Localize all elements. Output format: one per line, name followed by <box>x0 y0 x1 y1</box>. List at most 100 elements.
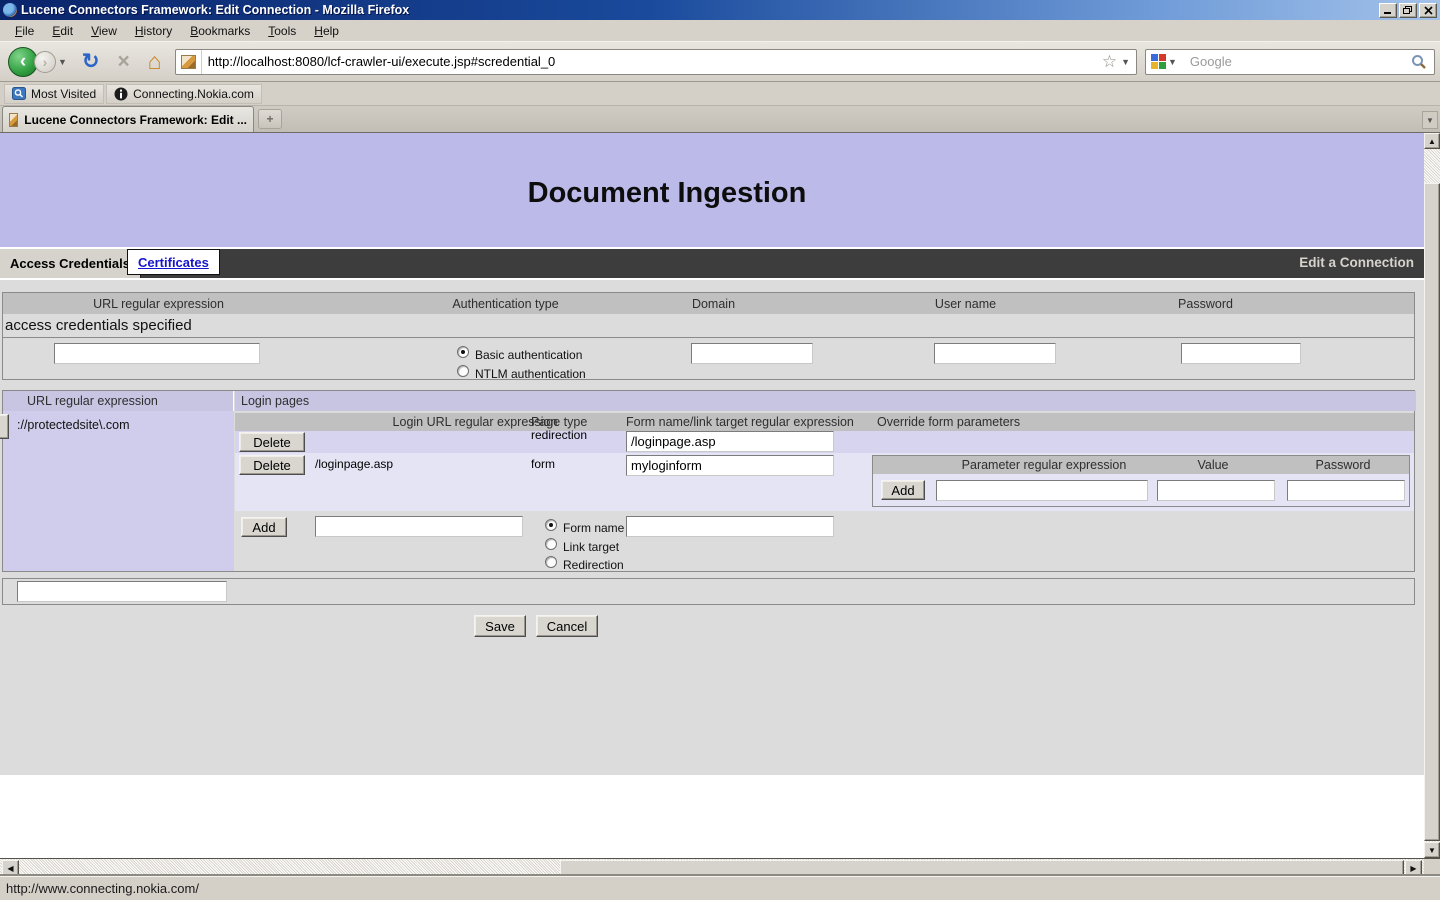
menu-view[interactable]: View <box>82 22 126 40</box>
ntlm-auth-radio[interactable] <box>457 365 469 377</box>
new-tab-button[interactable]: + <box>258 109 282 129</box>
google-icon <box>1151 54 1166 69</box>
col-form-name: Form name/link target regular expression <box>626 415 854 429</box>
home-button[interactable]: ⌂ <box>148 50 162 73</box>
redirection-radio-label: Redirection <box>563 558 624 572</box>
col-param-regex: Parameter regular expression <box>938 458 1150 472</box>
browser-window: Lucene Connectors Framework: Edit Connec… <box>0 0 1440 900</box>
tab-title: Lucene Connectors Framework: Edit ... <box>24 113 247 127</box>
param-regex-input[interactable] <box>936 480 1148 501</box>
tab-active[interactable]: Lucene Connectors Framework: Edit ... <box>2 106 254 132</box>
search-placeholder[interactable]: Google <box>1183 54 1411 69</box>
close-button[interactable] <box>1419 3 1437 18</box>
reload-button[interactable]: ↻ <box>82 51 100 72</box>
url-text[interactable]: http://localhost:8080/lcf-crawler-ui/exe… <box>202 54 1096 69</box>
new-form-name-input[interactable] <box>626 516 834 537</box>
col-auth-type: Authentication type <box>403 297 608 311</box>
page-content: Document Ingestion Access Credentials Ce… <box>0 133 1424 858</box>
cancel-button[interactable]: Cancel <box>536 615 598 637</box>
tab-access-credentials[interactable]: Access Credentials <box>0 249 141 278</box>
status-bar: http://www.connecting.nokia.com/ <box>0 876 1440 900</box>
param-value-input[interactable] <box>1157 480 1275 501</box>
minimize-button[interactable] <box>1379 3 1397 18</box>
menu-bookmarks[interactable]: Bookmarks <box>181 22 259 40</box>
scroll-up-icon[interactable]: ▲ <box>1424 133 1440 149</box>
favicon <box>176 50 202 74</box>
add-credential-strip <box>2 578 1415 605</box>
link-target-radio-label: Link target <box>563 540 619 554</box>
url-dropdown-icon[interactable]: ▼ <box>1119 57 1136 67</box>
menu-edit[interactable]: Edit <box>43 22 82 40</box>
bookmark-star-icon[interactable]: ☆ <box>1096 52 1119 72</box>
login-url-value: /loginpage.asp <box>315 457 393 471</box>
divider <box>3 337 1414 338</box>
basic-auth-radio[interactable] <box>457 346 469 358</box>
add-login-page-button[interactable]: Add <box>241 517 287 537</box>
bookmark-label: Connecting.Nokia.com <box>133 87 254 101</box>
new-url-regex-input[interactable] <box>17 581 227 602</box>
title-bar: Lucene Connectors Framework: Edit Connec… <box>0 0 1440 20</box>
horizontal-scrollbar[interactable]: ◀ ▶ <box>0 858 1424 876</box>
most-visited-icon <box>12 87 26 100</box>
horizontal-scrollbar-thumb[interactable] <box>560 860 1404 876</box>
footer-bar: Save Cancel <box>0 607 1424 643</box>
forward-button[interactable]: › <box>34 51 56 73</box>
menu-help[interactable]: Help <box>305 22 348 40</box>
redirection-radio[interactable] <box>545 556 557 568</box>
scroll-right-icon[interactable]: ▶ <box>1405 860 1422 876</box>
link-target-radio[interactable] <box>545 538 557 550</box>
window-title: Lucene Connectors Framework: Edit Connec… <box>21 3 1377 17</box>
ntlm-auth-label: NTLM authentication <box>475 367 586 381</box>
col-session-url: URL regular expression <box>27 394 158 408</box>
col-page-type: Page type <box>531 415 587 429</box>
form-name-input[interactable] <box>626 431 834 452</box>
col-password: Password <box>1143 297 1268 311</box>
vertical-scrollbar-thumb[interactable] <box>1424 183 1440 841</box>
bookmark-most-visited[interactable]: Most Visited <box>4 84 104 104</box>
delete-login-page-button[interactable]: Delete <box>239 455 305 475</box>
url-bar[interactable]: http://localhost:8080/lcf-crawler-ui/exe… <box>175 49 1137 75</box>
url-regex-input[interactable] <box>54 343 260 364</box>
param-password-input[interactable] <box>1287 480 1405 501</box>
login-pages-header-cell: Login pages <box>235 391 1416 411</box>
menu-history[interactable]: History <box>126 22 181 40</box>
login-page-row: Delete redirection <box>235 431 1414 453</box>
delete-login-page-button[interactable]: Delete <box>239 432 305 452</box>
scroll-down-icon[interactable]: ▼ <box>1424 842 1440 858</box>
page-title: Document Ingestion <box>0 177 1424 210</box>
menu-file[interactable]: File <box>6 22 43 40</box>
history-dropdown-icon[interactable]: ▼ <box>56 57 73 67</box>
search-engine-dropdown-icon[interactable]: ▼ <box>1166 57 1183 67</box>
delete-url-button-clipped[interactable] <box>0 414 9 439</box>
override-params-table: Parameter regular expression Value Passw… <box>872 455 1410 507</box>
bookmark-connecting-nokia[interactable]: Connecting.Nokia.com <box>106 84 262 104</box>
session-section: URL regular expression Login pages ://pr… <box>2 390 1415 572</box>
session-url-header-cell: URL regular expression <box>3 391 234 411</box>
save-button[interactable]: Save <box>474 615 526 637</box>
add-param-button[interactable]: Add <box>881 480 925 500</box>
restore-button[interactable] <box>1399 3 1417 18</box>
page-type-value: redirection <box>531 428 587 442</box>
basic-auth-label: Basic authentication <box>475 348 582 362</box>
new-login-url-input[interactable] <box>315 516 523 537</box>
form-name-input[interactable] <box>626 455 834 476</box>
stop-button[interactable]: × <box>118 51 130 72</box>
edit-connection-label: Edit a Connection <box>1299 255 1414 270</box>
vertical-scrollbar[interactable]: ▲ ▼ <box>1424 133 1440 858</box>
scroll-left-icon[interactable]: ◀ <box>2 860 19 876</box>
session-url-value: ://protectedsite\.com <box>17 418 130 432</box>
password-input[interactable] <box>1181 343 1301 364</box>
user-name-input[interactable] <box>934 343 1056 364</box>
search-magnifier-icon[interactable] <box>1411 54 1427 70</box>
tab-list-dropdown-icon[interactable]: ▼ <box>1422 111 1438 129</box>
tab-favicon <box>9 113 18 127</box>
tab-certificates[interactable]: Certificates <box>127 249 220 275</box>
login-pages-header-row: Login URL regular expression Page type F… <box>235 413 1414 431</box>
scrollbar-corner <box>1424 858 1440 876</box>
form-name-radio[interactable] <box>545 519 557 531</box>
login-page-row: Delete /loginpage.asp form Parameter reg… <box>235 453 1414 511</box>
status-text: http://www.connecting.nokia.com/ <box>6 881 199 896</box>
domain-input[interactable] <box>691 343 813 364</box>
search-box[interactable]: ▼ Google <box>1145 49 1435 75</box>
menu-tools[interactable]: Tools <box>259 22 305 40</box>
